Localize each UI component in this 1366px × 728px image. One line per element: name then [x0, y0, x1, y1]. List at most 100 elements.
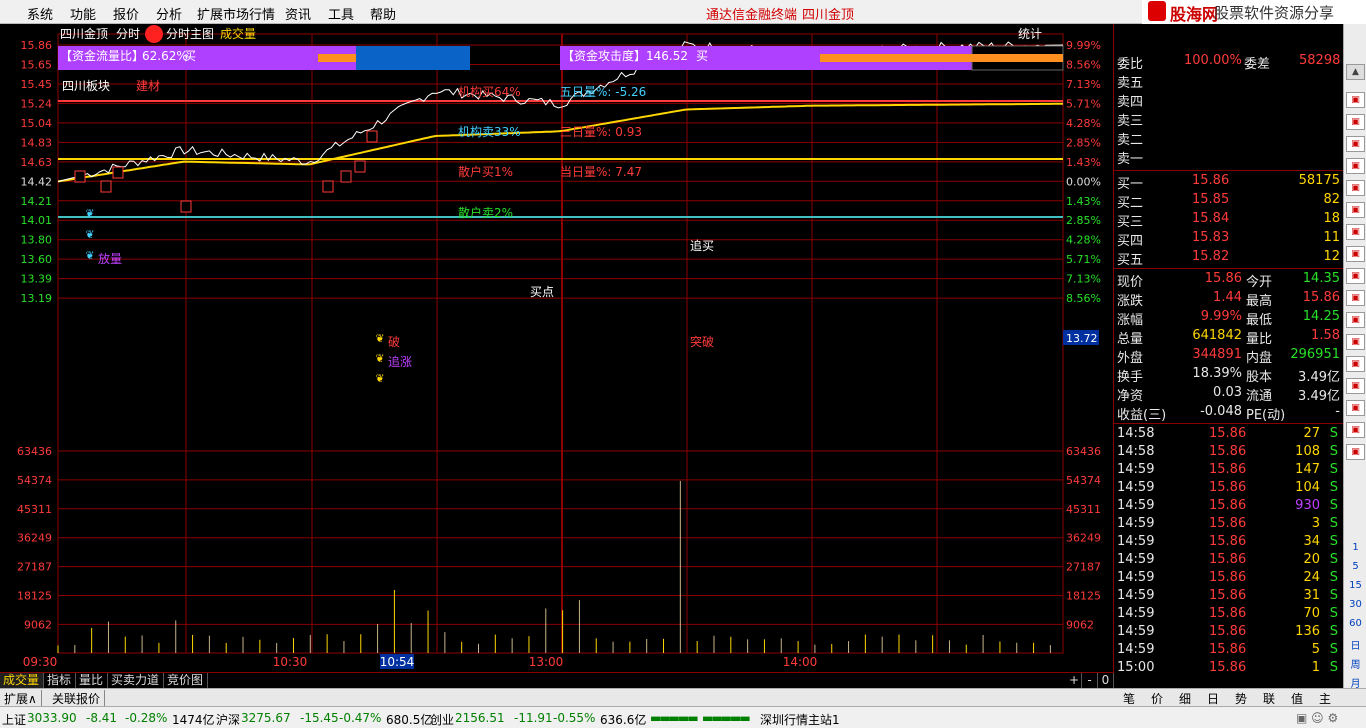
status-bar: 上证 3033.90 -8.41 -0.28% 1474亿 沪深 3275.67 -15.45… — [0, 706, 1366, 728]
quote-tab[interactable]: 势 — [1235, 690, 1247, 707]
pct-tick: 7.13% — [1066, 273, 1101, 286]
tick-time: 14:58 — [1117, 444, 1155, 459]
tool-icon[interactable]: ▣ — [1346, 224, 1365, 240]
tick-volume: 1 — [1311, 660, 1320, 675]
signal-meter-icon: ▬▬▬▬▬ — [650, 711, 699, 725]
bottom-tab[interactable]: 关联报价 — [48, 690, 106, 707]
period-button[interactable]: 15 — [1344, 580, 1366, 591]
chart-canvas[interactable]: 15.86 15.65 15.45 15.24 15.04 14.83 14.63 14.42… — [0, 24, 1113, 672]
scroll-up-icon[interactable]: ▲ — [1346, 64, 1365, 80]
tool-icon[interactable]: ▣ — [1346, 136, 1365, 152]
menu-system[interactable]: 系统 — [27, 4, 53, 23]
money-flow-label: 【资金流量比】 — [60, 48, 144, 63]
stat-value: 9.99% — [1200, 309, 1242, 324]
menu-news[interactable]: 资讯 — [285, 4, 311, 23]
butterfly-icon: ❦ — [85, 249, 94, 262]
tool-icon[interactable]: ▣ — [1346, 356, 1365, 372]
tick-time: 14:59 — [1117, 462, 1155, 477]
stat-label: 换手 — [1117, 370, 1144, 385]
quote-tab[interactable]: 笔 — [1123, 690, 1135, 707]
hs-index-change: -15.45 — [300, 711, 339, 725]
sector-name: 建材 — [136, 79, 160, 93]
quote-tab[interactable]: 联 — [1263, 690, 1275, 707]
stat-label: 最低 — [1246, 313, 1273, 328]
sh-index-change: -8.41 — [86, 711, 118, 725]
tool-icon[interactable]: ▣ — [1346, 312, 1365, 328]
money-flow-bar-orange — [318, 54, 356, 62]
attack-label: 【资金攻击度】 — [562, 48, 646, 63]
menu-function[interactable]: 功能 — [70, 4, 96, 23]
buy-marker-icon — [74, 170, 86, 183]
volume-tick: 54374 — [17, 474, 52, 487]
chart-control-button[interactable]: 0 — [1098, 673, 1114, 689]
period-button[interactable]: 30 — [1344, 599, 1366, 610]
hs-index-value: 3275.67 — [241, 711, 291, 725]
tool-icon[interactable]: ▣ — [1346, 378, 1365, 394]
buy-marker-icon — [112, 166, 124, 179]
intraday-chart[interactable]: 15.86 15.65 15.45 15.24 15.04 14.83 14.63 14.42… — [0, 24, 1113, 672]
tool-icon[interactable]: ▣ — [1346, 268, 1365, 284]
buy-volume: 12 — [1323, 249, 1340, 264]
butterfly-icon: ❦ — [85, 228, 94, 241]
volume-tick-right: 45311 — [1066, 503, 1101, 516]
menu-help[interactable]: 帮助 — [370, 4, 396, 23]
tool-icon[interactable]: ▣ — [1346, 180, 1365, 196]
tool-icon[interactable]: ▣ — [1346, 246, 1365, 262]
indicator-tab[interactable]: 竞价图 — [164, 673, 208, 689]
menu-ext-market[interactable]: 扩展市场行情 — [197, 4, 275, 23]
tool-icon[interactable]: ▣ — [1346, 334, 1365, 350]
indicator-tab[interactable]: 买卖力道 — [108, 673, 164, 689]
menu-quote[interactable]: 报价 — [113, 4, 139, 23]
indicator-tab[interactable]: 指标 — [44, 673, 76, 689]
stat-value: 14.35 — [1302, 271, 1340, 286]
chart-overlays: 四川金顶 分时 分时主图 成交量 统计【资金流量比】62.62%买 【资金攻击度】 146.… — [58, 25, 1064, 385]
period-button[interactable]: 周 — [1344, 656, 1366, 671]
stats-button[interactable]: 统计 — [1018, 27, 1042, 41]
money-flow-signal: 买 — [184, 49, 196, 63]
indicator-tab[interactable]: 量比 — [76, 673, 108, 689]
tick-time: 14:59 — [1117, 480, 1155, 495]
tool-icon[interactable]: ▣ — [1346, 290, 1365, 306]
period-button[interactable]: 60 — [1344, 618, 1366, 629]
tool-icon[interactable]: ▣ — [1346, 92, 1365, 108]
quote-tab[interactable]: 细 — [1179, 690, 1191, 707]
quote-tab[interactable]: 值 — [1291, 690, 1303, 707]
tool-icon[interactable]: ▣ — [1346, 444, 1365, 460]
server-name: 深圳行情主站1 — [760, 713, 840, 727]
tool-icon[interactable]: ▣ — [1346, 202, 1365, 218]
tick-price: 15.86 — [1209, 552, 1247, 567]
sell-label: 卖一 — [1117, 152, 1144, 167]
chart-control-button[interactable]: - — [1082, 673, 1098, 689]
quote-tab[interactable]: 日 — [1207, 690, 1219, 707]
tool-icon[interactable]: ▣ — [1346, 114, 1365, 130]
period-button[interactable]: 1 — [1344, 542, 1366, 553]
chart-control-button[interactable]: + — [1066, 673, 1082, 689]
wei-cha-label: 委差 — [1244, 57, 1271, 72]
tick-row: 14:59 15.86 930 S — [1114, 497, 1344, 516]
period-button[interactable]: 5 — [1344, 561, 1366, 572]
tool-icon[interactable]: ▣ — [1346, 422, 1365, 438]
menu-tools[interactable]: 工具 — [328, 4, 354, 23]
period-button[interactable]: 日 — [1344, 637, 1366, 652]
quote-separator — [1114, 268, 1344, 269]
price-tick: 15.65 — [21, 58, 53, 71]
tick-volume: 24 — [1303, 570, 1320, 585]
bottom-tabs: 扩展∧ 关联报价 — [0, 688, 1113, 707]
cy-index-amount: 636.6亿 — [600, 713, 647, 727]
stat-row: 涨跌 1.44 最高 15.86 — [1114, 289, 1344, 309]
buy-row: 买一 15.86 58175 — [1114, 172, 1344, 192]
tick-time: 14:59 — [1117, 552, 1155, 567]
tick-side: S — [1329, 426, 1338, 441]
quote-tab[interactable]: 价 — [1151, 690, 1163, 707]
pct-tick: 4.28% — [1066, 117, 1101, 130]
tick-row: 15:00 15.86 1 S — [1114, 659, 1344, 678]
quote-tab[interactable]: 主 — [1319, 690, 1331, 707]
tick-price: 15.86 — [1209, 570, 1247, 585]
bottom-tab[interactable]: 扩展∧ — [0, 690, 42, 707]
indicator-tab[interactable]: 成交量 — [0, 673, 44, 689]
menu-analysis[interactable]: 分析 — [156, 4, 182, 23]
volume-tick-right: 63436 — [1066, 445, 1101, 458]
tool-icon[interactable]: ▣ — [1346, 400, 1365, 416]
tool-icon[interactable]: ▣ — [1346, 158, 1365, 174]
stat-value: - — [1335, 404, 1340, 419]
